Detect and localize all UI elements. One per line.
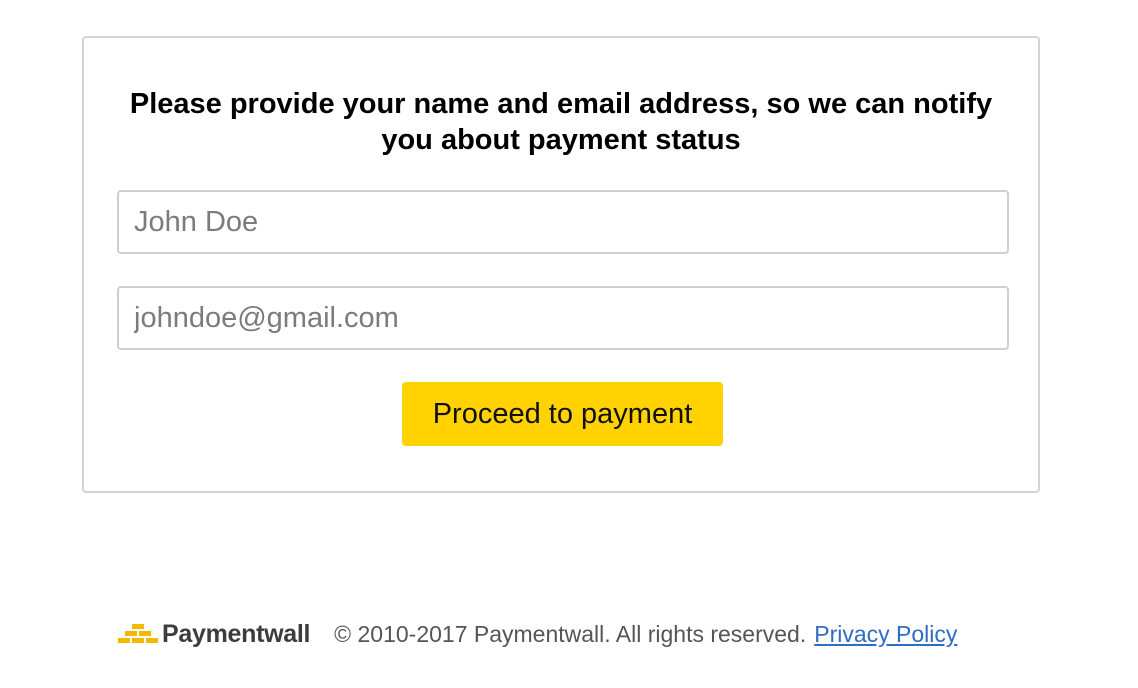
paymentwall-logo: Paymentwall — [118, 620, 310, 649]
proceed-to-payment-button[interactable]: Proceed to payment — [402, 382, 723, 446]
payment-info-card: Please provide your name and email addre… — [82, 36, 1040, 493]
page-footer: Paymentwall © 2010-2017 Paymentwall. All… — [118, 614, 957, 654]
name-field[interactable] — [117, 190, 1009, 254]
copyright-text: © 2010-2017 Paymentwall. All rights rese… — [334, 620, 807, 647]
privacy-policy-link[interactable]: Privacy Policy — [814, 621, 957, 648]
form-heading: Please provide your name and email addre… — [129, 88, 993, 156]
brand-name: Paymentwall — [162, 619, 311, 648]
email-field[interactable] — [117, 286, 1009, 350]
paymentwall-logo-icon — [118, 624, 158, 643]
